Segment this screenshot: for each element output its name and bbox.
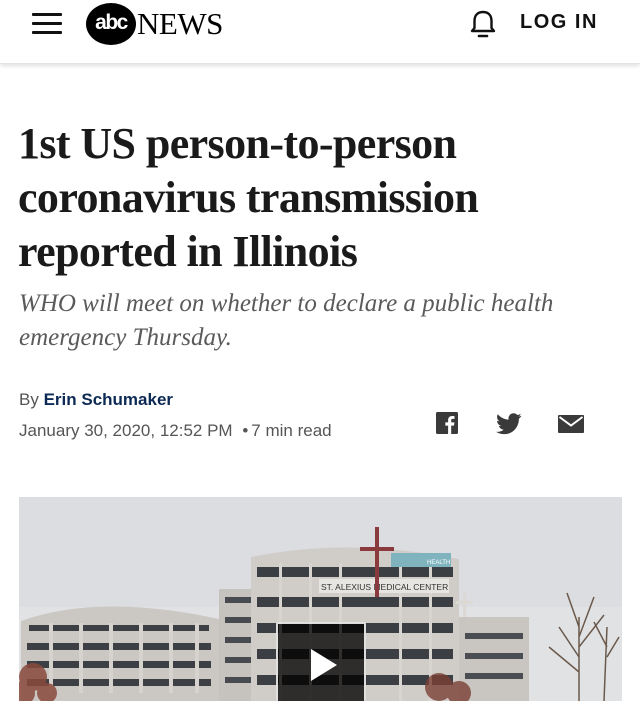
article-page: abc NEWS LOG IN 1st US person-to-person … bbox=[0, 0, 640, 701]
author-link[interactable]: Erin Schumaker bbox=[44, 390, 173, 409]
read-time: 7 min read bbox=[251, 421, 332, 440]
video-play-button[interactable] bbox=[276, 622, 366, 701]
hamburger-menu-icon[interactable] bbox=[26, 7, 70, 39]
article-headline: 1st US person-to-person coronavirus tran… bbox=[18, 119, 479, 276]
article-meta: January 30, 2020, 12:52 PM • 7 min read bbox=[19, 419, 332, 443]
play-icon bbox=[311, 649, 337, 681]
byline: By Erin Schumaker bbox=[19, 388, 173, 412]
logo-news-text: NEWS bbox=[137, 6, 223, 41]
email-icon[interactable] bbox=[558, 415, 584, 433]
abc-news-logo[interactable]: abc NEWS bbox=[86, 2, 223, 46]
twitter-icon[interactable] bbox=[496, 413, 522, 435]
byline-prefix: By bbox=[19, 390, 39, 409]
top-nav-bar: abc NEWS LOG IN bbox=[0, 0, 640, 64]
meta-separator: • bbox=[242, 421, 249, 440]
abc-logo-mark-text: abc bbox=[95, 11, 128, 34]
login-button[interactable]: LOG IN bbox=[520, 8, 598, 36]
bell-icon[interactable] bbox=[466, 6, 500, 40]
publish-date: January 30, 2020, 12:52 PM bbox=[19, 421, 233, 440]
facebook-icon[interactable] bbox=[436, 412, 458, 434]
hospital-corner-sign: HEALTH bbox=[427, 560, 450, 566]
hospital-sign-text: ST. ALEXIUS MEDICAL CENTER bbox=[321, 582, 448, 592]
article-subheadline: WHO will meet on whether to declare a pu… bbox=[19, 290, 554, 351]
abc-logo-mark: abc bbox=[86, 3, 136, 45]
